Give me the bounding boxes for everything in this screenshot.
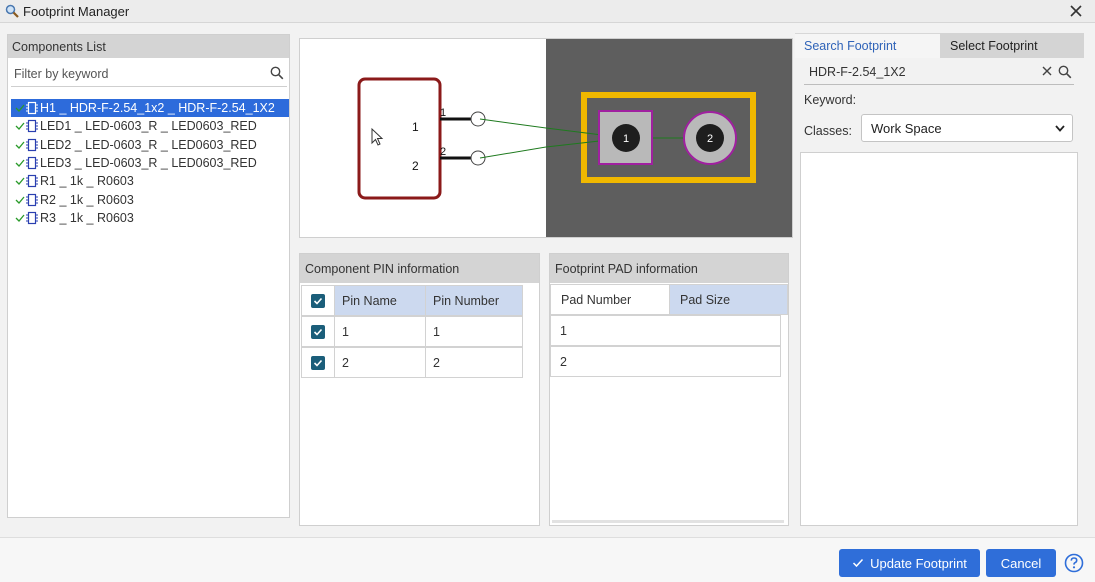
table-row[interactable]: 2 bbox=[550, 346, 781, 377]
check-icon bbox=[15, 123, 25, 131]
horizontal-scrollbar[interactable] bbox=[552, 520, 784, 523]
row-check-cell bbox=[301, 347, 335, 378]
check-icon bbox=[15, 159, 25, 167]
row-checkbox[interactable] bbox=[311, 324, 325, 339]
chevron-down-icon bbox=[1054, 122, 1066, 137]
table-row[interactable]: 1 1 bbox=[301, 316, 523, 347]
classes-select[interactable]: Work Space bbox=[861, 114, 1073, 142]
table-row[interactable]: 1 bbox=[550, 315, 781, 346]
ratsnest-line bbox=[479, 118, 547, 129]
footprint-results-list[interactable] bbox=[800, 152, 1078, 526]
tab-select-footprint[interactable]: Select Footprint bbox=[940, 33, 1084, 58]
update-footprint-button[interactable]: Update Footprint bbox=[839, 549, 980, 577]
ratsnest-line bbox=[479, 146, 547, 159]
component-icon bbox=[26, 156, 38, 170]
classes-label: Classes: bbox=[804, 124, 852, 138]
pin-number-column-header[interactable]: Pin Number bbox=[425, 285, 523, 316]
pin-number-text: 2 bbox=[440, 146, 446, 158]
check-icon bbox=[15, 196, 25, 204]
pin-name-text: 1 bbox=[412, 120, 419, 134]
component-icon bbox=[26, 120, 38, 133]
symbol-preview[interactable]: 1 2 1 2 bbox=[300, 39, 547, 237]
filter-box bbox=[11, 61, 287, 87]
pad-info-panel: Footprint PAD information Pad Number Pad… bbox=[549, 253, 789, 526]
component-item[interactable]: LED2 _ LED-0603_R _ LED0603_RED bbox=[11, 136, 289, 154]
magnifier-icon bbox=[3, 2, 21, 20]
classes-select-value: Work Space bbox=[871, 120, 942, 136]
check-icon bbox=[15, 214, 25, 222]
pin-table-header-row: Pin Name Pin Number bbox=[301, 285, 523, 316]
component-icon bbox=[26, 211, 38, 225]
component-item[interactable]: R3 _ 1k _ R0603 bbox=[11, 209, 289, 227]
filter-input[interactable] bbox=[11, 66, 261, 81]
component-item[interactable]: LED3 _ LED-0603_R _ LED0603_RED bbox=[11, 154, 289, 172]
check-icon bbox=[15, 141, 25, 149]
component-item[interactable]: R1 _ 1k _ R0603 bbox=[11, 172, 289, 190]
select-all-cell bbox=[301, 285, 335, 316]
pin-name-column-header[interactable]: Pin Name bbox=[334, 285, 426, 316]
pin-name-cell[interactable]: 2 bbox=[334, 347, 426, 378]
component-label: LED1 _ LED-0603_R _ LED0603_RED bbox=[40, 119, 257, 134]
footprint-search-input[interactable] bbox=[804, 65, 1034, 79]
pad-number-text: 2 bbox=[707, 133, 713, 145]
tab-bar: Search Footprint Select Footprint bbox=[795, 33, 1084, 58]
cancel-button[interactable]: Cancel bbox=[986, 549, 1056, 577]
pad-number-cell[interactable]: 1 bbox=[550, 315, 781, 346]
component-item[interactable]: LED1 _ LED-0603_R _ LED0603_RED bbox=[11, 117, 289, 135]
component-icon bbox=[26, 175, 38, 188]
check-icon bbox=[853, 558, 864, 568]
clear-icon[interactable] bbox=[1041, 65, 1053, 80]
component-label: H1 _ HDR-F-2.54_1x2 _ HDR-F-2.54_1X2 bbox=[40, 101, 275, 116]
component-icon bbox=[26, 193, 38, 206]
pad-number-column-header[interactable]: Pad Number bbox=[550, 284, 670, 315]
pin-number-text: 1 bbox=[440, 107, 446, 119]
dialog-footer: Update Footprint Cancel bbox=[0, 537, 1095, 582]
pin-name-text: 2 bbox=[412, 159, 419, 173]
component-item[interactable]: R2 _ 1k _ R0603 bbox=[11, 190, 289, 208]
title-bar: Footprint Manager bbox=[0, 0, 1095, 23]
pad-table-header-row: Pad Number Pad Size bbox=[550, 284, 788, 315]
help-icon[interactable] bbox=[1064, 553, 1084, 573]
component-item[interactable]: H1 _ HDR-F-2.54_1x2 _ HDR-F-2.54_1X2 bbox=[11, 99, 289, 118]
component-icon bbox=[26, 102, 38, 115]
footprint-search-panel: Search Footprint Select Footprint Keywor… bbox=[795, 33, 1084, 533]
footprint-preview[interactable]: 1 2 bbox=[545, 39, 792, 237]
footprint-search-box bbox=[804, 60, 1074, 85]
components-panel: Components List H1 _ HDR-F-2.54_1x2 _ HD… bbox=[7, 34, 290, 518]
cancel-label: Cancel bbox=[1000, 555, 1042, 571]
pin-number-cell[interactable]: 2 bbox=[425, 347, 523, 378]
table-row[interactable]: 2 2 bbox=[301, 347, 523, 378]
update-footprint-label: Update Footprint bbox=[870, 555, 967, 571]
select-all-checkbox[interactable] bbox=[311, 293, 325, 308]
pad-number-text: 1 bbox=[623, 133, 629, 145]
close-icon[interactable] bbox=[1067, 2, 1085, 20]
window-title: Footprint Manager bbox=[23, 3, 130, 19]
search-icon[interactable] bbox=[1058, 65, 1072, 82]
pin-name-cell[interactable]: 1 bbox=[334, 316, 426, 347]
components-tree: H1 _ HDR-F-2.54_1x2 _ HDR-F-2.54_1X2 LED… bbox=[11, 99, 289, 227]
pad-info-header: Footprint PAD information bbox=[550, 254, 788, 283]
pad-number-cell[interactable]: 2 bbox=[550, 346, 781, 377]
component-label: LED3 _ LED-0603_R _ LED0603_RED bbox=[40, 156, 257, 171]
row-checkbox[interactable] bbox=[311, 355, 325, 370]
tab-search-footprint[interactable]: Search Footprint bbox=[795, 33, 940, 58]
pin-info-header: Component PIN information bbox=[300, 254, 539, 283]
pad-size-column-header[interactable]: Pad Size bbox=[669, 284, 788, 315]
check-icon bbox=[15, 104, 25, 113]
component-icon bbox=[26, 138, 38, 151]
preview-area: 1 2 1 2 1 2 bbox=[299, 38, 793, 238]
pin-info-panel: Component PIN information Pin Name Pin N… bbox=[299, 253, 540, 526]
component-label: LED2 _ LED-0603_R _ LED0603_RED bbox=[40, 137, 257, 152]
symbol-body bbox=[357, 77, 442, 200]
row-check-cell bbox=[301, 316, 335, 347]
component-label: R1 _ 1k _ R0603 bbox=[40, 174, 134, 189]
check-icon bbox=[15, 177, 25, 186]
component-label: R2 _ 1k _ R0603 bbox=[40, 192, 134, 207]
pin-number-cell[interactable]: 1 bbox=[425, 316, 523, 347]
search-icon[interactable] bbox=[270, 66, 284, 83]
component-label: R3 _ 1k _ R0603 bbox=[40, 210, 134, 225]
components-header: Components List bbox=[8, 35, 289, 58]
keyword-label: Keyword: bbox=[804, 93, 857, 107]
dialog-body: Components List H1 _ HDR-F-2.54_1x2 _ HD… bbox=[0, 23, 1095, 537]
